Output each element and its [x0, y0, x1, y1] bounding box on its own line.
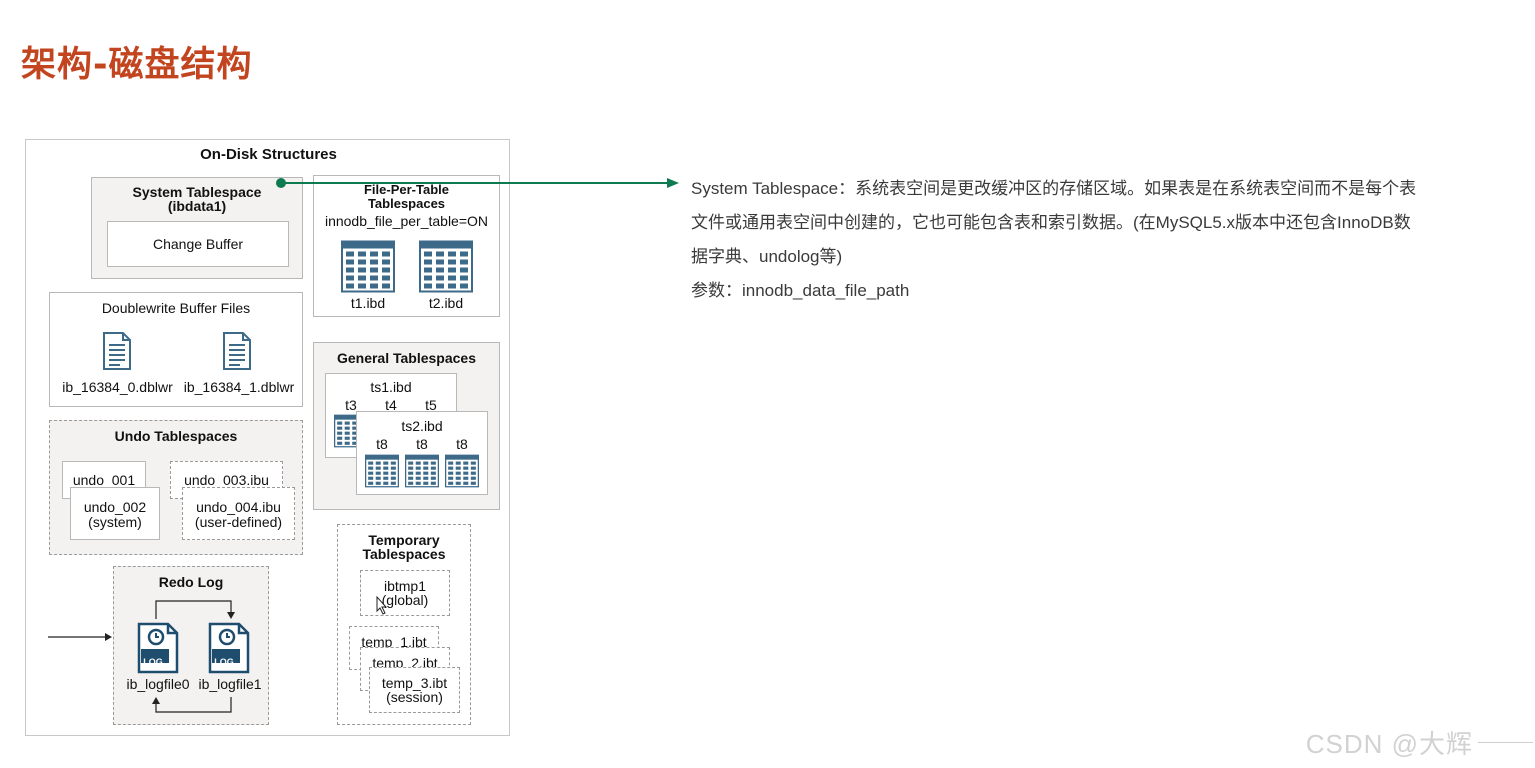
watermark: CSDN @大辉: [1305, 729, 1473, 759]
description-line-1: System Tablespace：系统表空间是更改缓冲区的存储区域。如果表是在…: [691, 179, 1417, 198]
description-line-2: 文件或通用表空间中创建的，它也可能包含表和索引数据。(在MySQL5.x版本中还…: [691, 213, 1411, 232]
description-param: 参数：innodb_data_file_path: [691, 281, 910, 300]
system-tablespace-pointer-dot: [276, 178, 286, 188]
system-tablespace-pointer-head: [667, 178, 679, 188]
mouse-cursor-icon: [376, 595, 388, 615]
pointer-arrows: [48, 178, 679, 641]
description-line-3: 据字典、undolog等): [691, 247, 843, 266]
system-tablespace-description: System Tablespace：系统表空间是更改缓冲区的存储区域。如果表是在…: [691, 172, 1521, 308]
redo-entry-arrow-head: [105, 633, 112, 641]
watermark-line: [1478, 742, 1533, 743]
